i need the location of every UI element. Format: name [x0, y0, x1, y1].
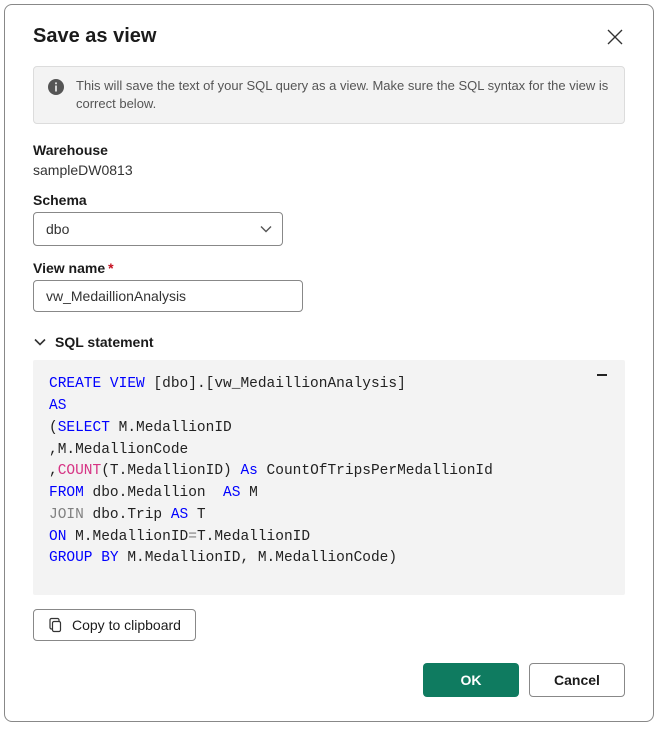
info-icon [48, 79, 64, 95]
copy-icon [48, 617, 64, 633]
warehouse-value: sampleDW0813 [33, 162, 625, 178]
footer-left: Copy to clipboard [33, 609, 625, 641]
footer-right: OK Cancel [33, 663, 625, 697]
schema-value: dbo [46, 221, 69, 237]
dialog-title: Save as view [33, 25, 156, 48]
info-message: This will save the text of your SQL quer… [76, 77, 610, 113]
warehouse-label: Warehouse [33, 142, 625, 158]
text-cursor [597, 374, 607, 376]
chevron-down-icon [33, 335, 47, 349]
view-name-input[interactable] [33, 280, 303, 312]
view-name-label: View name* [33, 260, 625, 276]
dialog-header: Save as view [33, 25, 625, 48]
ok-button[interactable]: OK [423, 663, 519, 697]
schema-select[interactable]: dbo [33, 212, 283, 246]
required-star: * [108, 260, 113, 276]
sql-section-toggle[interactable]: SQL statement [33, 334, 625, 350]
schema-label: Schema [33, 192, 625, 208]
close-icon[interactable] [605, 27, 625, 47]
save-as-view-dialog: Save as view This will save the text of … [4, 4, 654, 722]
sql-section-label: SQL statement [55, 334, 154, 350]
cancel-button[interactable]: Cancel [529, 663, 625, 697]
info-bar: This will save the text of your SQL quer… [33, 66, 625, 124]
sql-statement-box[interactable]: CREATE VIEW [dbo].[vw_MedaillionAnalysis… [33, 360, 625, 595]
copy-button-label: Copy to clipboard [72, 617, 181, 633]
copy-to-clipboard-button[interactable]: Copy to clipboard [33, 609, 196, 641]
